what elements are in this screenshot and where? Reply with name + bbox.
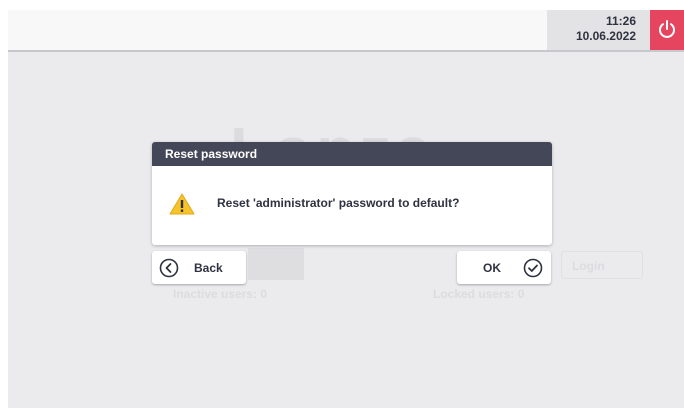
login-label: Login <box>572 259 605 273</box>
app-window: 11:26 10.06.2022 Lonza Inactive users: 0… <box>8 10 684 408</box>
background-bar <box>248 248 304 280</box>
time-text: 11:26 <box>605 14 636 28</box>
top-bar: 11:26 10.06.2022 <box>8 10 684 52</box>
date-text: 10.06.2022 <box>575 29 636 43</box>
chevron-left-circle-icon <box>159 258 179 278</box>
ok-button[interactable]: OK <box>457 251 551 284</box>
back-button[interactable]: Back <box>152 251 246 284</box>
ok-label: OK <box>483 261 501 275</box>
power-icon <box>659 20 675 38</box>
dialog-title: Reset password <box>152 142 552 166</box>
locked-users-text: Locked users: 0 <box>433 287 525 301</box>
back-label: Back <box>194 261 223 275</box>
dialog-message: Reset 'administrator' password to defaul… <box>217 196 460 210</box>
reset-password-dialog: Reset password Reset 'administrator' pas… <box>152 142 552 245</box>
warning-icon <box>169 193 195 215</box>
power-button[interactable] <box>650 10 684 50</box>
check-circle-icon <box>523 258 543 278</box>
login-button: Login <box>561 251 643 279</box>
inactive-users-text: Inactive users: 0 <box>173 287 268 301</box>
clock: 11:26 10.06.2022 <box>547 10 650 50</box>
